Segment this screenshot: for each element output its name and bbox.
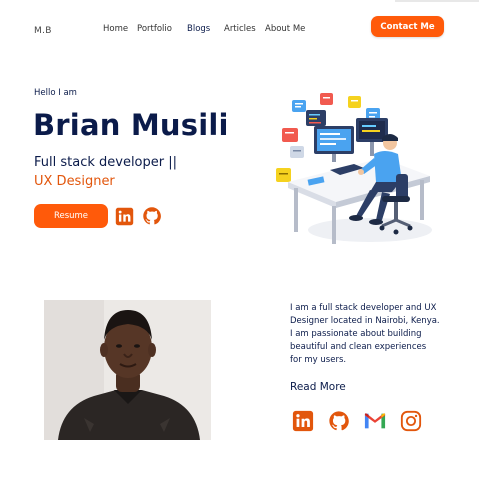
profile-photo xyxy=(44,300,211,440)
nav-link-home[interactable]: Home xyxy=(103,24,137,34)
site-logo[interactable]: M.B xyxy=(34,26,52,36)
hero-role-line2: UX Designer xyxy=(34,174,115,189)
about-text: I am a full stack developer and UX Desig… xyxy=(290,303,440,365)
gmail-icon[interactable] xyxy=(364,411,386,433)
github-icon[interactable] xyxy=(328,410,350,432)
resume-button[interactable]: Resume xyxy=(34,204,108,228)
nav-link-portfolio[interactable]: Portfolio xyxy=(137,24,187,34)
linkedin-icon[interactable] xyxy=(292,410,314,432)
top-divider xyxy=(395,0,479,2)
hero-name: Brian Musili xyxy=(33,108,229,142)
main-nav: Home Portfolio Blogs Articles About Me xyxy=(103,24,325,34)
read-more-link[interactable]: Read More xyxy=(290,381,346,393)
nav-link-blogs[interactable]: Blogs xyxy=(187,24,224,34)
contact-me-button[interactable]: Contact Me xyxy=(371,16,444,37)
instagram-icon[interactable] xyxy=(400,410,422,432)
github-icon[interactable] xyxy=(142,206,161,225)
nav-link-about-me[interactable]: About Me xyxy=(265,24,325,34)
linkedin-icon[interactable] xyxy=(115,207,134,226)
nav-link-articles[interactable]: Articles xyxy=(224,24,265,34)
developer-illustration xyxy=(270,88,440,248)
hero-greeting: Hello I am xyxy=(34,88,77,98)
hero-role-line1: Full stack developer || xyxy=(34,155,177,170)
